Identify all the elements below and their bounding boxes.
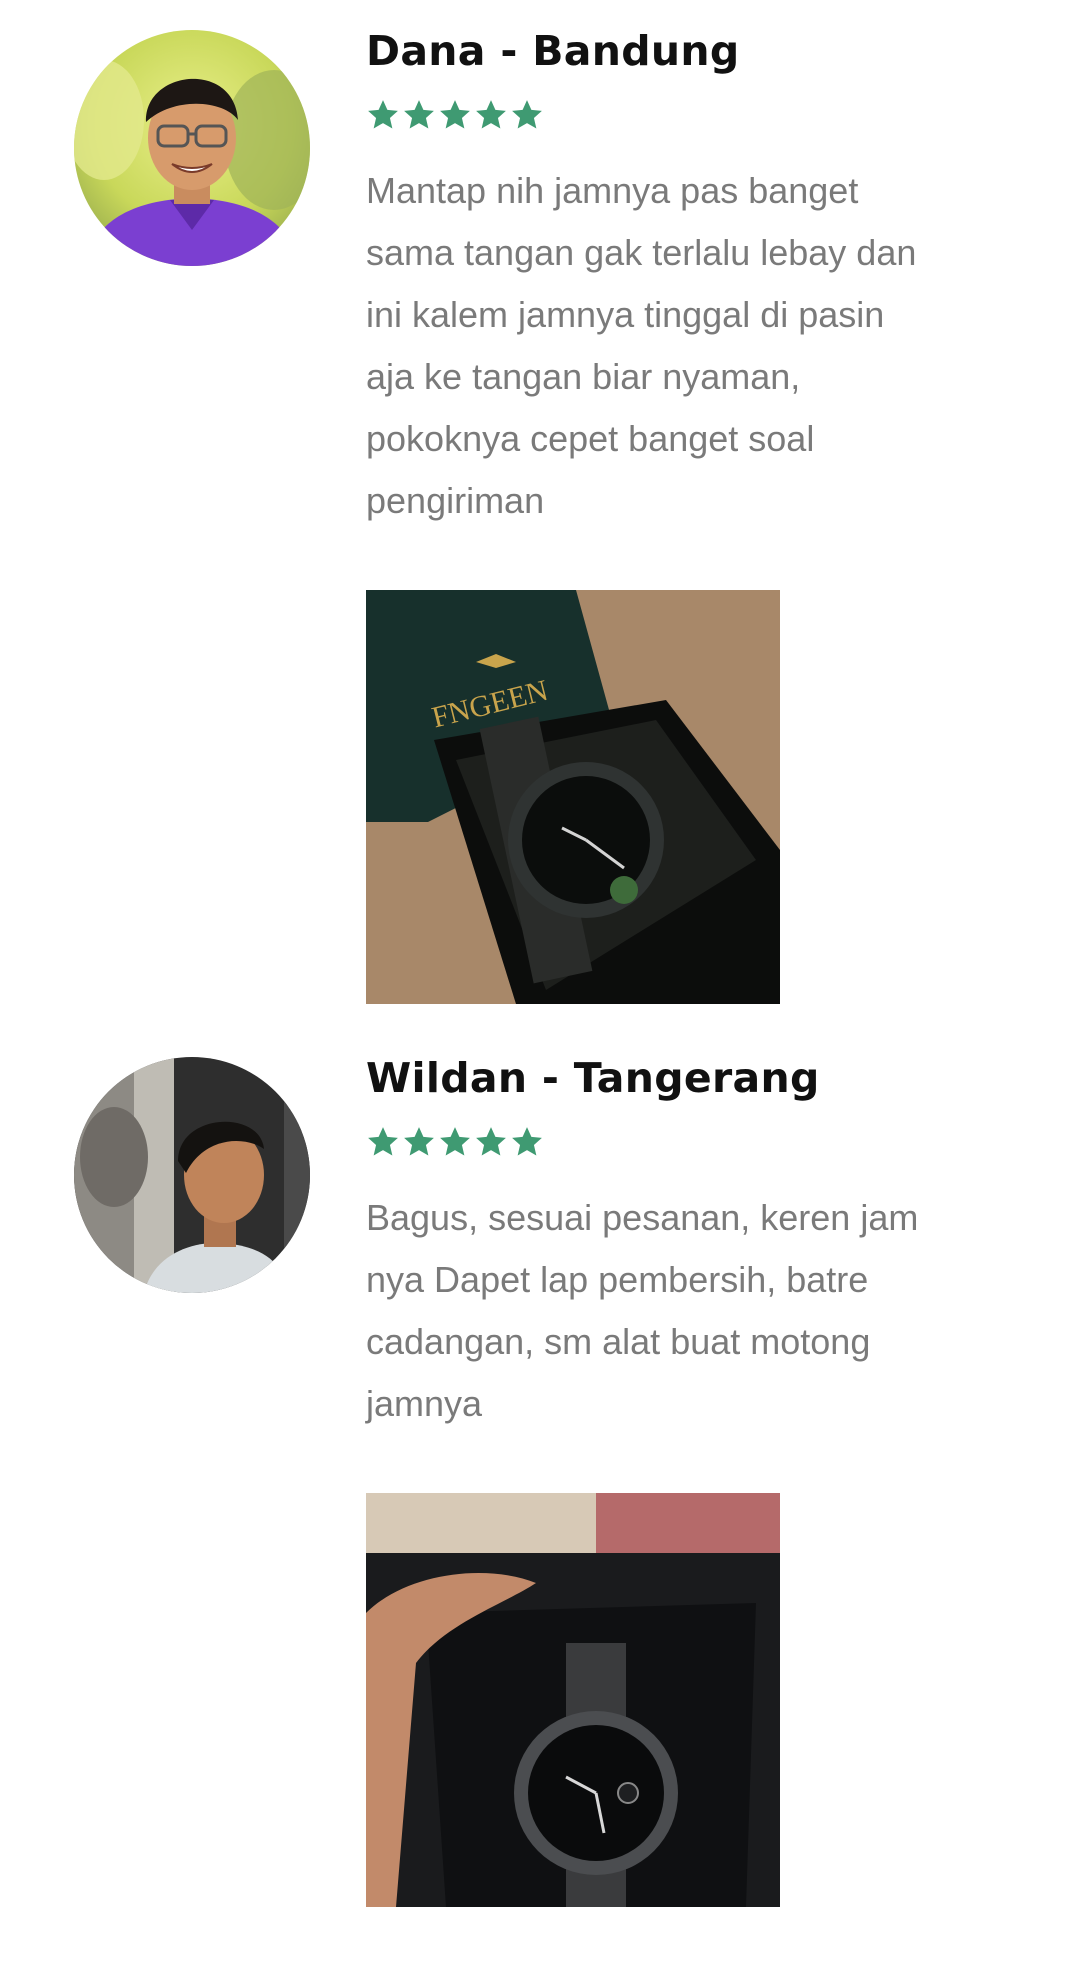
reviewer-avatar-image xyxy=(74,1057,310,1293)
review-photo xyxy=(366,1493,780,1907)
reviewer-name: Wildan - Tangerang xyxy=(366,1054,820,1102)
star-icon xyxy=(368,1127,398,1156)
star-icon xyxy=(512,100,542,129)
star-icon xyxy=(512,1127,542,1156)
watch-box-photo: FNGEEN xyxy=(366,590,780,1004)
star-icon xyxy=(368,100,398,129)
star-icon xyxy=(476,100,506,129)
reviewer-avatar xyxy=(74,30,310,266)
reviewer-avatar-image xyxy=(74,30,310,266)
star-icon xyxy=(440,100,470,129)
reviewer-name: Dana - Bandung xyxy=(366,27,740,75)
review-text: Bagus, sesuai pesanan, keren jam nya Dap… xyxy=(366,1197,919,1424)
review-content: Wildan - Tangerang Bagus, sesuai pesanan… xyxy=(366,1053,1006,1435)
star-rating xyxy=(366,98,1006,134)
star-icon xyxy=(440,1127,470,1156)
review-text: Mantap nih jamnya pas banget sama tangan… xyxy=(366,170,917,521)
reviewer-avatar xyxy=(74,1057,310,1293)
star-icon xyxy=(476,1127,506,1156)
review-photo: FNGEEN xyxy=(366,590,780,1004)
star-rating xyxy=(366,1125,1006,1161)
star-icon xyxy=(404,100,434,129)
review-content: Dana - Bandung Mantap nih jamnya pas ban… xyxy=(366,26,1006,532)
star-icon xyxy=(404,1127,434,1156)
watch-box-photo xyxy=(366,1493,780,1907)
